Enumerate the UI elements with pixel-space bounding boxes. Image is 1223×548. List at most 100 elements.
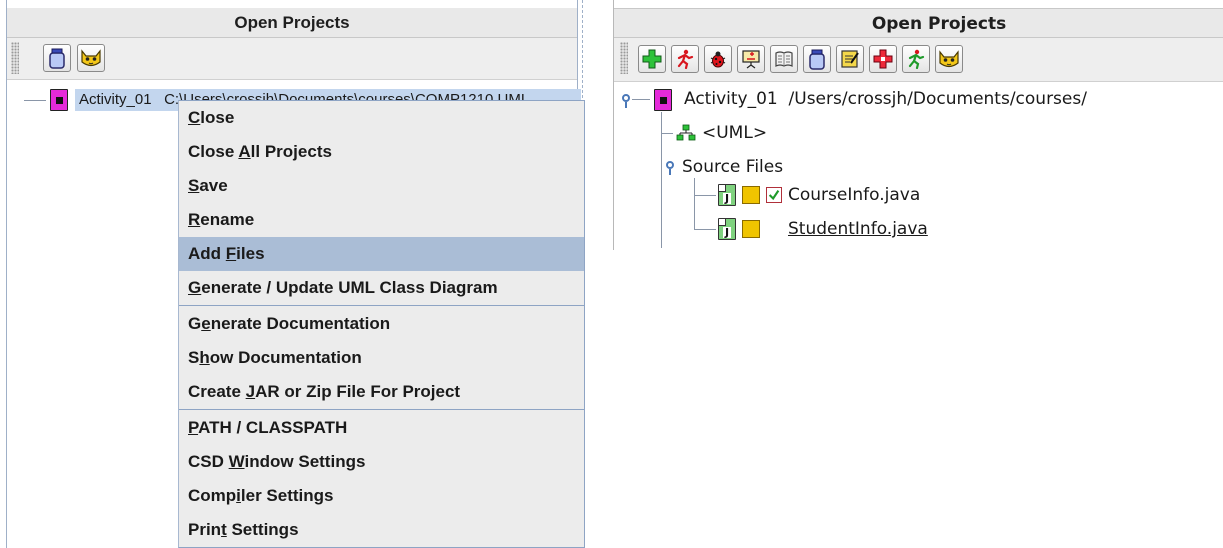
menu-item-create-jar-or-zip-file-for-project[interactable]: Create JAR or Zip File For Project — [179, 375, 584, 409]
toolbar-grip[interactable] — [620, 42, 628, 74]
runner-icon — [677, 49, 694, 69]
file-node-courseinfo[interactable]: CourseInfo.java — [788, 184, 920, 206]
menu-label-part: ler Settings — [240, 486, 334, 505]
menu-mnemonic: S — [188, 176, 200, 195]
green-plus-icon — [642, 49, 662, 69]
green-runner-icon — [908, 49, 925, 69]
expand-handle-icon[interactable] — [622, 94, 632, 108]
menu-label-part: ename — [200, 210, 255, 229]
menu-label-part: indow Settings — [244, 452, 366, 471]
menu-separator — [179, 305, 584, 306]
menu-item-save[interactable]: Save — [179, 169, 584, 203]
expand-handle-icon[interactable] — [666, 161, 676, 175]
source-files-folder[interactable]: Source Files — [682, 156, 783, 178]
menu-label-part: AR or Zip File For Project — [255, 382, 461, 401]
jar-button[interactable] — [43, 44, 71, 72]
tree-connector — [694, 229, 716, 230]
tree-connector — [661, 133, 673, 134]
project-name: Activity_01 — [79, 91, 152, 108]
menu-mnemonic: W — [228, 452, 245, 471]
menu-label-part: Comp — [188, 486, 237, 505]
menu-item-compiler-settings[interactable]: Compiler Settings — [179, 479, 584, 513]
book-icon — [775, 51, 793, 67]
menu-label-part: Add — [188, 244, 226, 263]
left-toolbar — [7, 38, 577, 80]
presentation-button[interactable] — [737, 45, 765, 73]
tree-connector — [694, 178, 695, 230]
menu-label-part: ave — [199, 176, 228, 195]
menu-item-generate-update-uml-class-diagram[interactable]: Generate / Update UML Class Diagram — [179, 271, 584, 305]
presentation-icon — [742, 50, 760, 69]
menu-label-part: ATH / CLASSPATH — [198, 418, 348, 437]
add-button[interactable] — [638, 45, 666, 73]
project-context-menu: Close Close All Projects Save Rename Add Fil… — [178, 100, 585, 548]
menu-label-part: enerate / Update UML Class Diagram — [201, 278, 498, 297]
project-icon — [50, 89, 68, 111]
java-file-icon: J — [718, 218, 736, 240]
menu-label-part: nerate Documentation — [210, 314, 391, 333]
menu-item-close[interactable]: Close — [179, 101, 584, 135]
menu-item-rename[interactable]: Rename — [179, 203, 584, 237]
menu-label-part: ow Documentation — [209, 348, 362, 367]
menu-item-print-settings[interactable]: Print Settings — [179, 513, 584, 547]
menu-mnemonic: R — [188, 210, 201, 229]
project-name: Activity_01 — [684, 89, 778, 109]
menu-label-part: CSD — [188, 452, 229, 471]
menu-label-part: iles — [236, 244, 265, 263]
project-icon — [654, 89, 672, 111]
status-square-icon — [742, 220, 760, 238]
left-panel-title: Open Projects — [7, 8, 577, 38]
bug-icon — [710, 51, 726, 68]
menu-item-show-documentation[interactable]: Show Documentation — [179, 341, 584, 375]
menu-item-generate-documentation[interactable]: Generate Documentation — [179, 307, 584, 341]
checkmark-icon — [766, 187, 782, 203]
menu-mnemonic: F — [225, 244, 237, 263]
jar-icon — [49, 48, 65, 69]
cat-icon — [939, 50, 959, 68]
toolbar-grip[interactable] — [11, 42, 19, 74]
remove-button[interactable] — [869, 45, 897, 73]
uml-node[interactable]: <UML> — [702, 122, 767, 144]
menu-item-add-files[interactable]: Add Files — [179, 237, 584, 271]
menu-mnemonic: G — [188, 278, 202, 297]
menu-mnemonic: P — [188, 418, 199, 437]
cat-button[interactable] — [77, 44, 105, 72]
cat-icon — [81, 49, 101, 67]
menu-item-close-all-projects[interactable]: Close All Projects — [179, 135, 584, 169]
notes-button[interactable] — [836, 45, 864, 73]
left-projects-panel: Open Projects Activity_01 C:\Users\cross… — [0, 0, 585, 548]
menu-label-part: Settings — [226, 520, 299, 539]
tree-connector — [24, 100, 46, 101]
menu-mnemonic: h — [199, 348, 210, 367]
menu-label-part: G — [188, 314, 202, 333]
menu-label-part: Prin — [188, 520, 222, 539]
menu-label-part: Create — [188, 382, 246, 401]
menu-mnemonic: A — [238, 142, 251, 161]
documentation-button[interactable] — [770, 45, 798, 73]
menu-label-part: lose — [200, 108, 235, 127]
menu-label-part: S — [188, 348, 200, 367]
project-node-activity-01[interactable]: Activity_01 /Users/crossjh/Documents/cou… — [684, 88, 1087, 110]
cat-button[interactable] — [935, 45, 963, 73]
jar-icon — [809, 49, 825, 70]
run-alt-button[interactable] — [902, 45, 930, 73]
tree-connector — [694, 195, 716, 196]
menu-mnemonic: C — [188, 108, 201, 127]
notepad-icon — [841, 50, 859, 68]
file-node-studentinfo[interactable]: StudentInfo.java — [788, 218, 928, 240]
menu-item-path-classpath[interactable]: PATH / CLASSPATH — [179, 411, 584, 445]
menu-item-csd-window-settings[interactable]: CSD Window Settings — [179, 445, 584, 479]
right-project-tree: Activity_01 /Users/crossjh/Documents/cou… — [614, 82, 1223, 250]
uml-diagram-icon — [676, 124, 696, 141]
project-path: /Users/crossjh/Documents/courses/ — [788, 89, 1087, 109]
java-file-icon: J — [718, 184, 736, 206]
tree-connector — [632, 99, 650, 100]
status-square-icon — [742, 186, 760, 204]
jar-button[interactable] — [803, 45, 831, 73]
menu-label-part: ll Projects — [250, 142, 332, 161]
right-projects-panel: Open Projects Activity_01 /Users/crossjh… — [613, 0, 1223, 250]
menu-separator — [179, 409, 584, 410]
menu-mnemonic: J — [245, 382, 256, 401]
debug-button[interactable] — [704, 45, 732, 73]
run-button[interactable] — [671, 45, 699, 73]
